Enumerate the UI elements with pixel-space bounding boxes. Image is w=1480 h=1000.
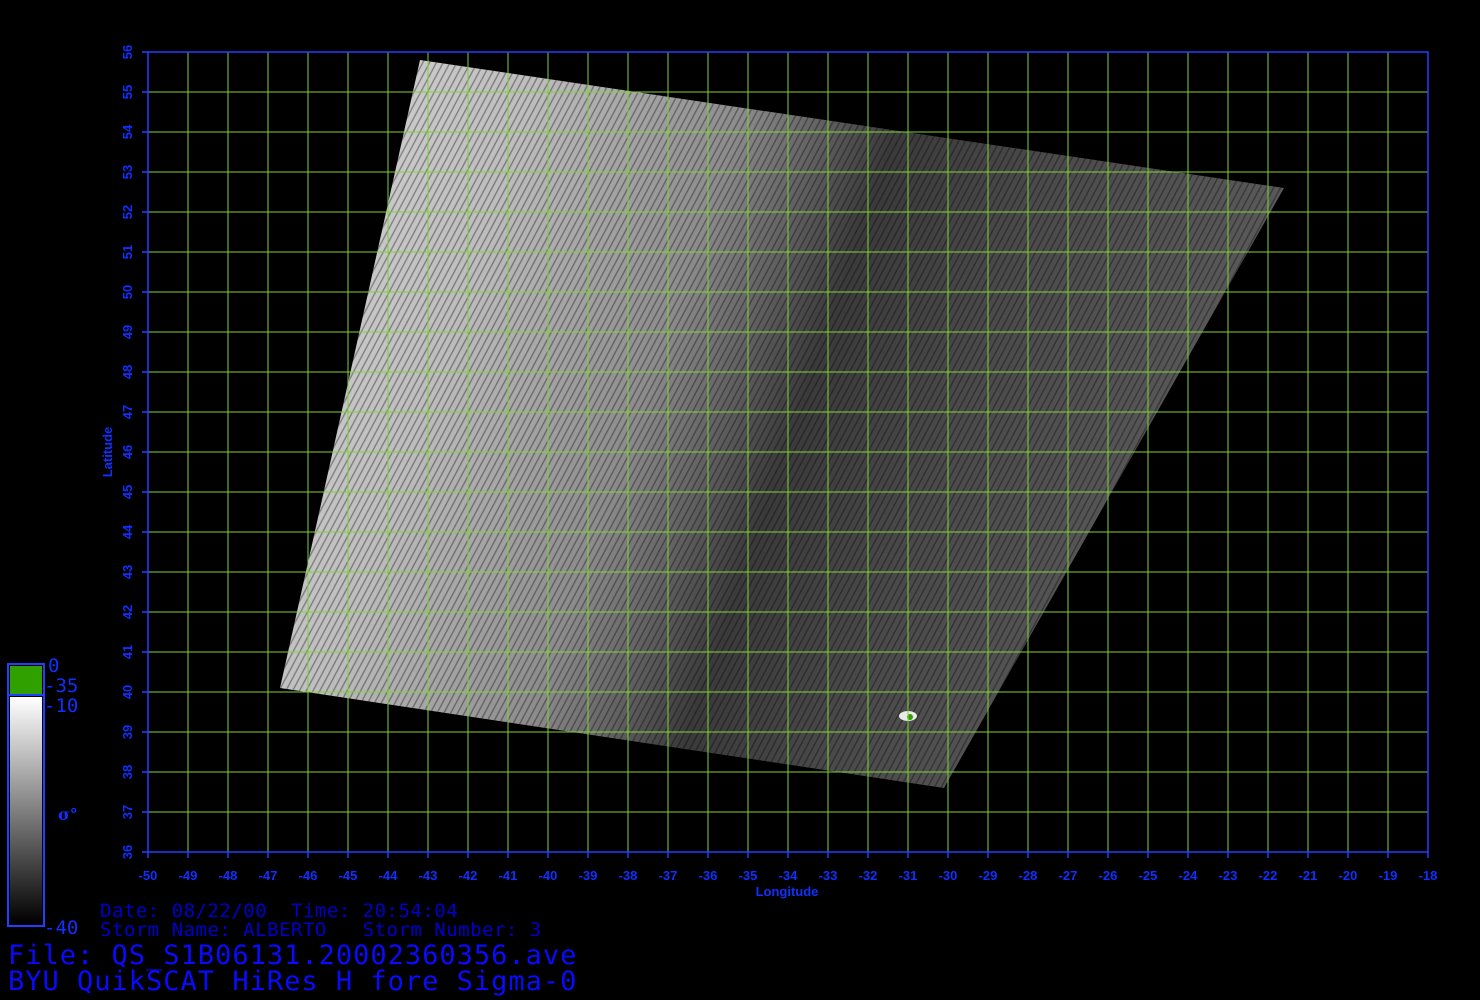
x-tick-label: -25 xyxy=(1139,868,1158,883)
y-tick-label: 39 xyxy=(120,725,135,739)
x-tick-label: -37 xyxy=(659,868,678,883)
x-tick-label: -20 xyxy=(1339,868,1358,883)
y-tick-label: 52 xyxy=(120,205,135,219)
x-tick-label: -23 xyxy=(1219,868,1238,883)
x-tick-label: -39 xyxy=(579,868,598,883)
y-tick-label: 44 xyxy=(120,524,135,539)
x-tick-label: -38 xyxy=(619,868,638,883)
x-tick-label: -47 xyxy=(259,868,278,883)
y-tick-label: 54 xyxy=(120,124,135,139)
x-tick-label: -40 xyxy=(539,868,558,883)
x-axis-title: Longitude xyxy=(756,884,819,899)
y-tick-label: 45 xyxy=(120,485,135,499)
y-axis-title: Latitude xyxy=(100,427,115,478)
x-tick-label: -46 xyxy=(299,868,318,883)
y-tick-label: 41 xyxy=(120,645,135,659)
y-tick-label: 36 xyxy=(120,845,135,859)
x-tick-label: -32 xyxy=(859,868,878,883)
x-tick-label: -45 xyxy=(339,868,358,883)
latitude-tick-labels: 36 37 38 39 40 41 42 43 44 45 46 47 48 49 50 51 52 53 54 55… xyxy=(120,45,135,859)
colorbar-label-mid: -10 xyxy=(44,695,78,717)
y-tick-label: 48 xyxy=(120,365,135,379)
lat-lon-grid xyxy=(147,51,1429,853)
colorbar-label-top: 0 xyxy=(48,655,59,677)
x-tick-label: -50 xyxy=(139,868,158,883)
x-tick-label: -28 xyxy=(1019,868,1038,883)
colorbar-gray-ramp xyxy=(10,697,42,924)
colorbar-label-upper: -35 xyxy=(44,675,78,697)
y-tick-label: 49 xyxy=(120,325,135,339)
x-tick-label: -41 xyxy=(499,868,518,883)
x-tick-label: -30 xyxy=(939,868,958,883)
y-tick-label: 43 xyxy=(120,565,135,579)
y-tick-label: 47 xyxy=(120,405,135,419)
x-tick-label: -48 xyxy=(219,868,238,883)
swath-texture xyxy=(280,60,1284,788)
x-tick-label: -19 xyxy=(1379,868,1398,883)
x-tick-label: -18 xyxy=(1419,868,1438,883)
map-plot: -50 -49 -48 -47 -46 -45 -44 -43 -42 -41 -40 -39 -38 -… xyxy=(7,45,1438,939)
colorbar-label-bottom: -40 xyxy=(44,917,78,939)
x-tick-label: -22 xyxy=(1259,868,1278,883)
x-tick-label: -29 xyxy=(979,868,998,883)
x-tick-label: -36 xyxy=(699,868,718,883)
x-tick-label: -26 xyxy=(1099,868,1118,883)
x-tick-label: -43 xyxy=(419,868,438,883)
y-tick-label: 42 xyxy=(120,605,135,619)
y-tick-label: 55 xyxy=(120,85,135,99)
colorbar: 0 -35 -10 -40 σ° xyxy=(7,655,78,939)
x-tick-label: -33 xyxy=(819,868,838,883)
x-tick-label: -31 xyxy=(899,868,918,883)
product-title-line: BYU QuikSCAT HiRes H fore Sigma-0 xyxy=(8,966,578,997)
y-tick-label: 51 xyxy=(120,245,135,259)
y-tick-label: 56 xyxy=(120,45,135,59)
y-tick-label: 50 xyxy=(120,285,135,299)
y-tick-label: 40 xyxy=(120,685,135,699)
sigma0-swath xyxy=(280,60,1284,788)
x-tick-label: -42 xyxy=(459,868,478,883)
x-tick-label: -24 xyxy=(1179,868,1199,883)
y-tick-label: 38 xyxy=(120,765,135,779)
x-tick-label: -27 xyxy=(1059,868,1078,883)
y-tick-label: 53 xyxy=(120,165,135,179)
x-tick-label: -34 xyxy=(779,868,799,883)
y-tick-label: 37 xyxy=(120,805,135,819)
x-tick-label: -49 xyxy=(179,868,198,883)
colorbar-green-band xyxy=(10,666,42,694)
colorbar-unit: σ° xyxy=(58,805,78,824)
longitude-tick-labels: -50 -49 -48 -47 -46 -45 -44 -43 -42 -41 -40 -39 -38 -… xyxy=(139,868,1438,883)
storm-info-line: Storm Name: ALBERTO Storm Number: 3 xyxy=(100,919,542,941)
x-tick-label: -35 xyxy=(739,868,758,883)
x-tick-label: -21 xyxy=(1299,868,1318,883)
y-tick-label: 46 xyxy=(120,445,135,459)
x-tick-label: -44 xyxy=(379,868,399,883)
